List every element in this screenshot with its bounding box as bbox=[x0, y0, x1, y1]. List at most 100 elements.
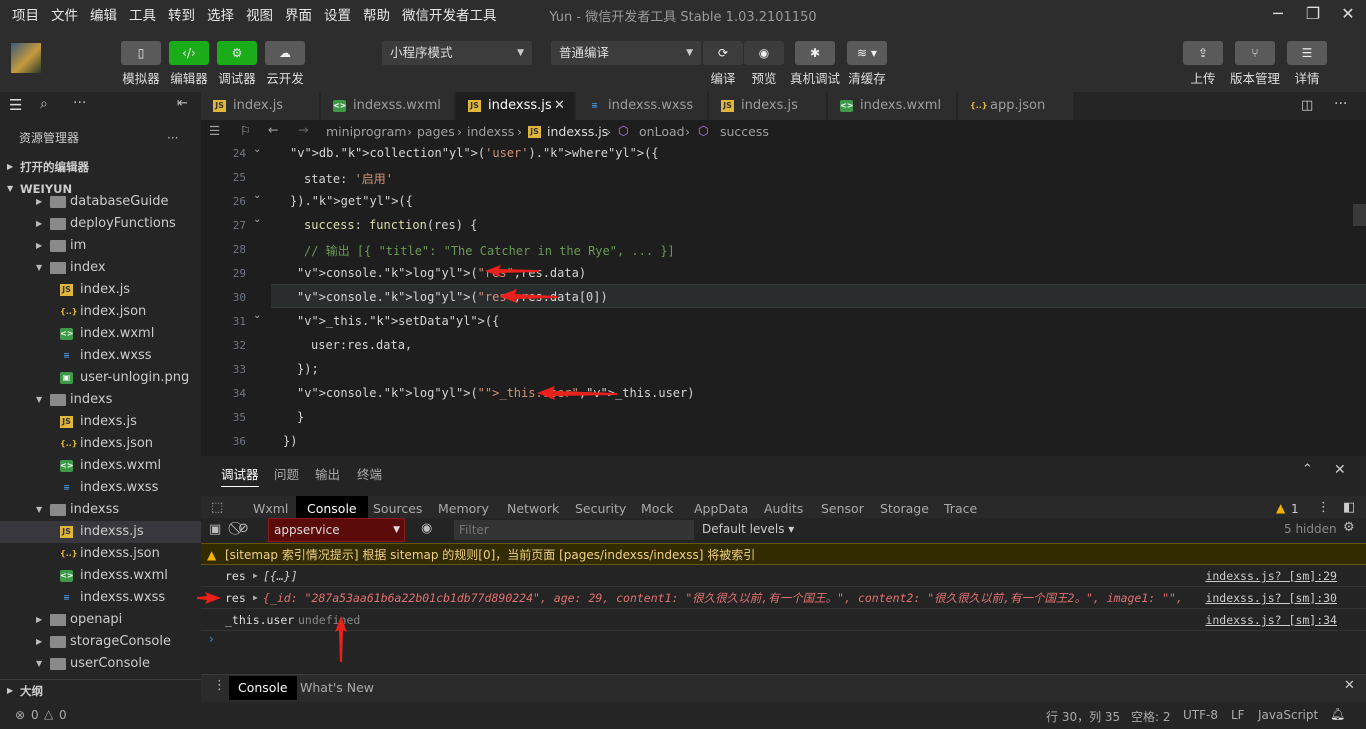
tree-item[interactable]: ≡ indexss.wxss bbox=[0, 587, 201, 609]
tree-item[interactable]: ▼ index bbox=[0, 257, 201, 279]
tree-item[interactable]: JS indexss.js bbox=[0, 521, 201, 543]
code-editor[interactable]: 24 25 26 27 28 29 30 31 32 33 34 35 36 ⌄… bbox=[201, 144, 1366, 456]
tree-item[interactable]: {..} indexs.json bbox=[0, 433, 201, 455]
inspect-icon[interactable]: ⬚ bbox=[211, 500, 223, 515]
breadcrumb-item[interactable]: success bbox=[720, 124, 769, 139]
avatar[interactable] bbox=[11, 43, 41, 73]
list-icon[interactable]: ☰ bbox=[209, 123, 220, 138]
open-editors-section[interactable]: ▶ 打开的编辑器 bbox=[0, 156, 201, 178]
menu-goto[interactable]: 转到 bbox=[156, 4, 195, 24]
tab-index-js[interactable]: JS index.js bbox=[201, 92, 320, 120]
minimize-icon[interactable]: ─ bbox=[1268, 4, 1288, 24]
split-editor-icon[interactable]: ◫ bbox=[1301, 98, 1313, 113]
indentation[interactable]: 空格: 2 bbox=[1131, 708, 1171, 725]
tab-debugger[interactable]: 调试器 bbox=[221, 464, 259, 487]
log-source-link[interactable]: indexss.js? [sm]:34 bbox=[1205, 609, 1337, 630]
gear-icon[interactable]: ⚙ bbox=[1343, 520, 1355, 535]
filter-input[interactable] bbox=[454, 520, 694, 540]
breadcrumb-item[interactable]: indexss.js bbox=[547, 124, 608, 139]
preview-button[interactable]: ◉ bbox=[744, 41, 784, 65]
warning-icon[interactable]: △ bbox=[44, 707, 53, 721]
clear-console-icon[interactable]: ⃠⊘ bbox=[238, 521, 249, 536]
list-icon[interactable]: ☰ bbox=[9, 96, 22, 114]
fold-icon[interactable]: ⌄ bbox=[253, 190, 261, 201]
tree-item[interactable]: ≡ indexs.wxss bbox=[0, 477, 201, 499]
fold-icon[interactable]: ⌄ bbox=[253, 144, 261, 155]
tree-item[interactable]: ▣ user-unlogin.png bbox=[0, 367, 201, 389]
maximize-icon[interactable]: ❐ bbox=[1303, 4, 1323, 24]
expand-icon[interactable]: ▶ bbox=[253, 587, 258, 608]
log-source-link[interactable]: indexss.js? [sm]:30 bbox=[1205, 587, 1337, 608]
tree-item[interactable]: JS index.js bbox=[0, 279, 201, 301]
levels-select[interactable]: Default levels ▾ bbox=[702, 522, 794, 536]
fold-icon[interactable]: ⌄ bbox=[253, 214, 261, 225]
more-vertical-icon[interactable]: ⋮ bbox=[1317, 500, 1330, 515]
back-arrow-icon[interactable]: ← bbox=[268, 122, 278, 137]
scrollbar-thumb[interactable] bbox=[1353, 204, 1366, 226]
mode-select[interactable]: 小程序模式 ▼ bbox=[382, 41, 532, 65]
dock-icon[interactable]: ◧ bbox=[1343, 500, 1355, 515]
tab-indexs-wxml[interactable]: <> indexs.wxml bbox=[828, 92, 957, 120]
collapse-panel-icon[interactable]: ⇤ bbox=[177, 96, 188, 111]
tree-item[interactable]: JS indexs.js bbox=[0, 411, 201, 433]
bookmark-icon[interactable]: ⚐ bbox=[240, 123, 251, 138]
tab-indexss-wxml[interactable]: <> indexss.wxml bbox=[321, 92, 455, 120]
editor-button[interactable]: ‹/› bbox=[169, 41, 209, 65]
breadcrumb-item[interactable]: miniprogram bbox=[326, 124, 406, 139]
debugger-button[interactable]: ⚙ bbox=[217, 41, 257, 65]
close-window-icon[interactable]: ✕ bbox=[1338, 4, 1358, 24]
context-select[interactable]: appservice ▼ bbox=[268, 518, 405, 542]
log-source-link[interactable]: indexss.js? [sm]:29 bbox=[1205, 565, 1337, 586]
tree-item[interactable]: ▼ indexss bbox=[0, 499, 201, 521]
menu-interface[interactable]: 界面 bbox=[273, 4, 312, 24]
simulator-button[interactable]: ▯ bbox=[121, 41, 161, 65]
more-icon[interactable]: ··· bbox=[1334, 96, 1347, 112]
language-mode[interactable]: JavaScript bbox=[1258, 708, 1318, 722]
tab-app-json[interactable]: {..} app.json bbox=[958, 92, 1074, 120]
log-value[interactable]: {_id: "287a53aa61b6a22b01cb1db77d890224"… bbox=[263, 587, 1183, 608]
breadcrumb-item[interactable]: pages bbox=[417, 124, 455, 139]
tree-item[interactable]: {..} index.json bbox=[0, 301, 201, 323]
menu-select[interactable]: 选择 bbox=[195, 4, 234, 24]
tree-item[interactable]: <> index.wxml bbox=[0, 323, 201, 345]
tree-item[interactable]: ▶ openapi bbox=[0, 609, 201, 631]
cloud-button[interactable]: ☁ bbox=[265, 41, 305, 65]
tree-item[interactable]: <> indexss.wxml bbox=[0, 565, 201, 587]
eye-icon[interactable]: ◉ bbox=[421, 521, 432, 536]
menu-view[interactable]: 视图 bbox=[234, 4, 273, 24]
tree-item[interactable]: ▼ indexs bbox=[0, 389, 201, 411]
menu-file[interactable]: 文件 bbox=[39, 4, 78, 24]
breadcrumb-item[interactable]: onLoad bbox=[639, 124, 685, 139]
tab-terminal[interactable]: 终端 bbox=[357, 464, 382, 483]
more-icon[interactable]: ··· bbox=[73, 95, 86, 111]
close-tab-icon[interactable]: ✕ bbox=[554, 92, 565, 120]
tab-indexss-js[interactable]: JS indexss.js ✕ bbox=[456, 92, 575, 120]
tab-output[interactable]: 输出 bbox=[315, 464, 340, 483]
compile-button[interactable]: ⟳ bbox=[703, 41, 743, 65]
menu-project[interactable]: 项目 bbox=[0, 4, 39, 24]
tab-problems[interactable]: 问题 bbox=[274, 464, 299, 483]
tree-item[interactable]: ▶ databaseGuide bbox=[0, 191, 201, 213]
fold-icon[interactable]: ⌄ bbox=[253, 310, 261, 321]
error-icon[interactable]: ⊗ bbox=[15, 708, 25, 722]
tree-item[interactable]: ▼ userConsole bbox=[0, 653, 201, 675]
close-panel-icon[interactable]: ✕ bbox=[1334, 462, 1346, 478]
compile-select[interactable]: 普通编译 ▼ bbox=[551, 41, 701, 65]
outline-section[interactable]: ▶ 大纲 bbox=[0, 679, 201, 701]
expand-icon[interactable]: ▶ bbox=[253, 565, 258, 586]
search-icon[interactable]: ⌕ bbox=[40, 96, 48, 112]
chevron-up-icon[interactable]: ⌃ bbox=[1302, 462, 1313, 477]
breadcrumb-item[interactable]: indexss bbox=[467, 124, 514, 139]
version-button[interactable]: ⑂ bbox=[1235, 41, 1275, 65]
clear-cache-button[interactable]: ≋ ▾ bbox=[847, 41, 887, 65]
more-icon[interactable]: ··· bbox=[167, 120, 178, 156]
log-value[interactable]: [{…}] bbox=[263, 565, 298, 586]
encoding[interactable]: UTF-8 bbox=[1183, 708, 1218, 722]
bell-icon[interactable]: 🔔︎ bbox=[1330, 707, 1345, 721]
close-drawer-icon[interactable]: ✕ bbox=[1344, 678, 1355, 693]
line-ending[interactable]: LF bbox=[1231, 708, 1245, 722]
tree-item[interactable]: ▶ im bbox=[0, 235, 201, 257]
console-prompt-icon[interactable]: › bbox=[209, 632, 214, 646]
menu-settings[interactable]: 设置 bbox=[312, 4, 351, 24]
drawer-tab-console[interactable]: Console bbox=[229, 676, 297, 700]
